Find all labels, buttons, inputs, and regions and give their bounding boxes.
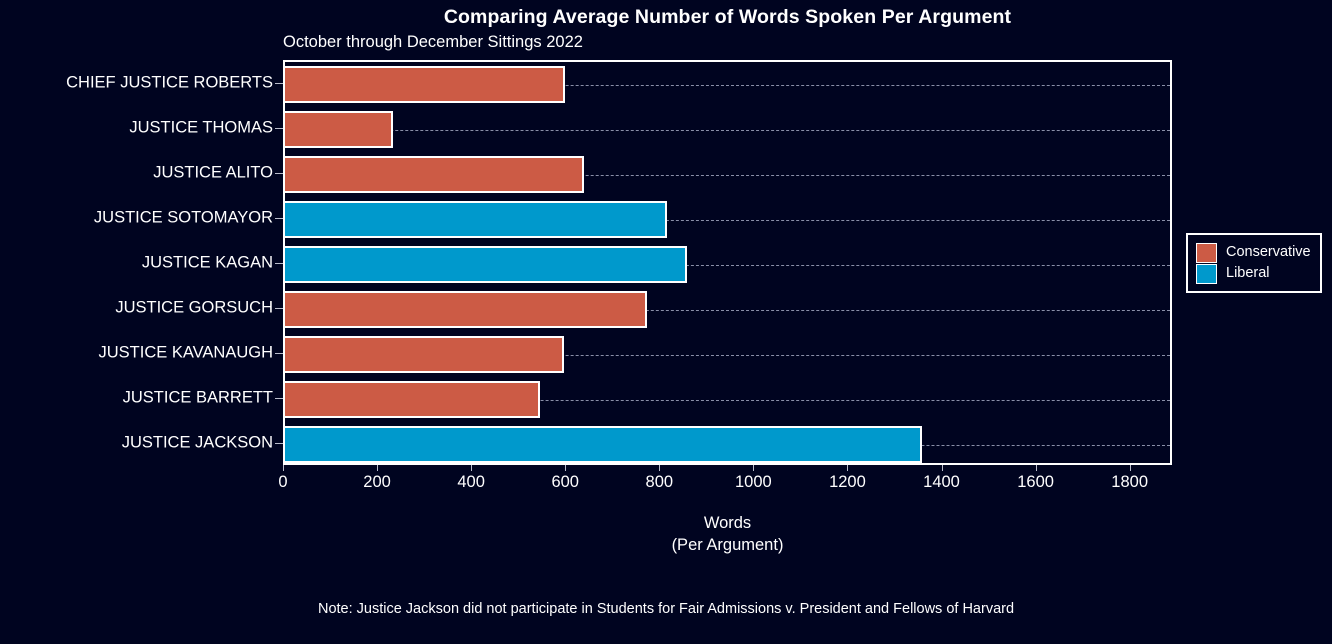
y-tick-label: JUSTICE JACKSON xyxy=(121,433,273,451)
legend-swatch-liberal xyxy=(1196,263,1217,284)
legend-label-liberal: Liberal xyxy=(1226,265,1270,282)
chart-footnote: Note: Justice Jackson did not participat… xyxy=(317,601,1015,617)
x-tick-label: 600 xyxy=(551,473,579,491)
plot-inner xyxy=(285,62,1170,463)
y-tick-label: JUSTICE ALITO xyxy=(153,163,273,181)
x-tick-mark xyxy=(1129,465,1131,471)
bar-chief-justice-roberts[interactable] xyxy=(285,66,566,103)
y-tick-label: JUSTICE KAGAN xyxy=(141,253,273,271)
y-tick-label: JUSTICE SOTOMAYOR xyxy=(93,208,273,226)
bar-justice-jackson[interactable] xyxy=(285,426,923,463)
x-tick-label: 800 xyxy=(645,473,674,491)
x-tick-mark xyxy=(377,465,379,471)
x-tick-label: 1800 xyxy=(1111,473,1149,491)
x-tick-mark xyxy=(283,465,284,471)
bar-justice-kavanaugh[interactable] xyxy=(285,336,565,373)
bar-justice-barrett[interactable] xyxy=(285,381,541,418)
x-axis-label: Words (Per Argument) xyxy=(283,512,1172,556)
legend-item-liberal[interactable]: Liberal xyxy=(1196,263,1311,284)
x-tick-mark xyxy=(941,465,943,471)
y-tick-label: JUSTICE BARRETT xyxy=(122,388,273,406)
y-tick-label: JUSTICE GORSUCH xyxy=(115,298,273,316)
x-tick-label: 400 xyxy=(457,473,485,491)
bar-justice-alito[interactable] xyxy=(285,156,585,193)
chart-legend: Conservative Liberal xyxy=(1186,233,1322,293)
x-tick-mark xyxy=(565,465,567,471)
bar-justice-thomas[interactable] xyxy=(285,111,394,148)
x-tick-label: 1400 xyxy=(923,473,960,491)
x-axis-tick-layer: 0 200 400 600 800 1000 1200 1400 1600 1800 xyxy=(278,465,1172,499)
x-tick-mark xyxy=(753,465,755,471)
legend-label-conservative: Conservative xyxy=(1226,244,1311,261)
x-tick-label: 1000 xyxy=(735,473,772,491)
bar-justice-kagan[interactable] xyxy=(285,246,688,283)
x-tick-label: 1200 xyxy=(829,473,866,491)
x-axis-label-line1: Words xyxy=(703,514,752,532)
bar-justice-sotomayor[interactable] xyxy=(285,201,668,238)
x-tick-mark xyxy=(659,465,661,471)
x-tick-mark xyxy=(471,465,473,471)
x-tick-mark xyxy=(1035,465,1037,471)
y-tick-label: JUSTICE KAVANAUGH xyxy=(98,343,274,361)
chart-figure: Comparing Average Number of Words Spoken… xyxy=(0,0,1332,644)
bar-justice-gorsuch[interactable] xyxy=(285,291,648,328)
y-axis-tick-layer: CHIEF JUSTICE ROBERTS JUSTICE THOMAS JUSTI… xyxy=(0,60,283,465)
legend-swatch-conservative xyxy=(1196,242,1217,263)
chart-subtitle: October through December Sittings 2022 xyxy=(283,33,583,51)
plot-area xyxy=(283,60,1172,465)
chart-title: Comparing Average Number of Words Spoken… xyxy=(443,6,1012,28)
x-tick-label: 0 xyxy=(278,473,288,491)
x-tick-label: 200 xyxy=(363,473,391,491)
gridline xyxy=(285,129,1170,131)
x-axis-label-line2: (Per Argument) xyxy=(671,536,784,554)
y-tick-label: CHIEF JUSTICE ROBERTS xyxy=(66,73,273,91)
y-tick-label: JUSTICE THOMAS xyxy=(129,118,273,136)
legend-item-conservative[interactable]: Conservative xyxy=(1196,242,1311,263)
x-tick-label: 1600 xyxy=(1017,473,1054,491)
x-tick-mark xyxy=(847,465,849,471)
